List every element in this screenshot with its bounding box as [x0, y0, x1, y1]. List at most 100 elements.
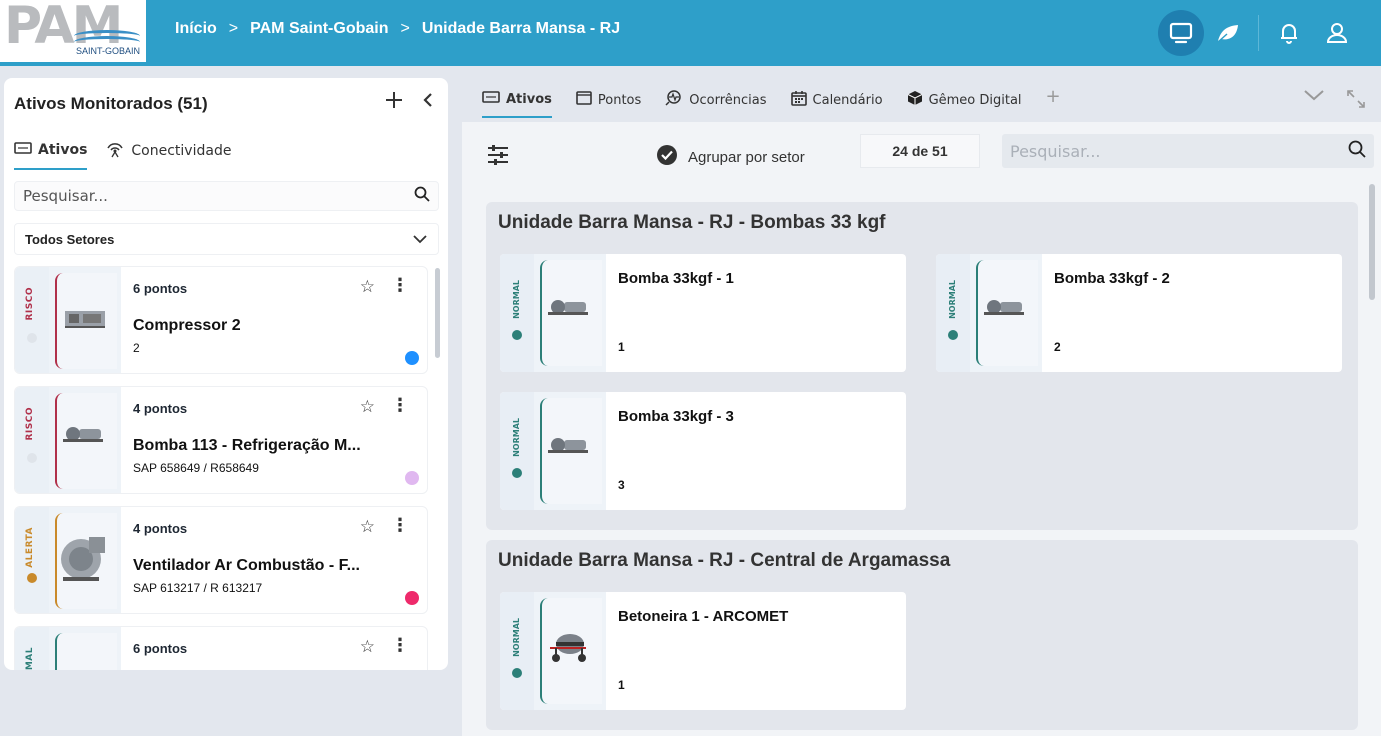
panel-actions: [384, 90, 434, 114]
monitor-icon[interactable]: [1158, 10, 1204, 56]
panel-title: Ativos Monitorados (51): [14, 94, 208, 113]
star-icon[interactable]: ☆: [360, 397, 375, 417]
tab-conectividade[interactable]: Conectividade: [105, 140, 231, 170]
status-strip: NORMAL: [500, 592, 534, 710]
asset-card[interactable]: NORMAL Bomba 33kgf - 2 2: [936, 254, 1342, 372]
color-dot: [405, 471, 419, 485]
star-icon[interactable]: ☆: [360, 637, 375, 657]
more-icon[interactable]: ⋮: [391, 275, 409, 296]
status-strip: RISCO: [15, 267, 49, 373]
asset-thumbnail: [49, 267, 121, 373]
leaf-icon[interactable]: [1204, 10, 1252, 56]
group-by-sector-toggle[interactable]: Agrupar por setor: [656, 144, 805, 170]
tab-label: Gêmeo Digital: [928, 92, 1022, 108]
breadcrumb-item-inicio[interactable]: Início: [175, 20, 217, 38]
tab-ocorrencias[interactable]: Ocorrências: [665, 90, 767, 118]
breadcrumb-item-pam[interactable]: PAM Saint-Gobain: [250, 20, 388, 38]
scrollbar[interactable]: [435, 268, 440, 358]
asset-code: 3: [618, 478, 625, 492]
pump-icon: [982, 296, 1028, 322]
tab-label: Ativos: [506, 91, 552, 107]
add-icon[interactable]: [384, 90, 404, 114]
chevron-down-icon[interactable]: [1303, 88, 1325, 114]
collapse-icon[interactable]: [422, 91, 434, 113]
asset-code: 2: [133, 341, 140, 355]
bell-icon[interactable]: [1265, 10, 1313, 56]
asset-list: RISCO 6 pontos ☆ ⋮ Compressor 2 2 RISCO: [14, 266, 428, 670]
search-input[interactable]: [23, 187, 414, 205]
asset-search-main: [1002, 134, 1374, 168]
asset-card[interactable]: RISCO 4 pontos ☆ ⋮ Bomba 113 - Refrigera…: [14, 386, 428, 494]
more-icon[interactable]: ⋮: [391, 395, 409, 416]
antenna-icon: [105, 140, 125, 162]
expand-icon[interactable]: [1345, 88, 1367, 114]
logo-subtitle: SAINT-GOBAIN: [76, 46, 141, 56]
equipment-icon: [14, 142, 32, 158]
search-wave-icon: [665, 90, 683, 110]
breadcrumb: Início > PAM Saint-Gobain > Unidade Barr…: [175, 20, 620, 38]
search-icon[interactable]: [1348, 140, 1366, 162]
asset-thumbnail: [49, 627, 121, 670]
star-icon[interactable]: ☆: [360, 517, 375, 537]
fan-icon: [59, 529, 109, 593]
toggle-label: Agrupar por setor: [688, 148, 805, 166]
points-count: 6 pontos: [133, 641, 188, 656]
calendar-icon: [790, 90, 807, 110]
pam-logo[interactable]: PAM SAINT-GOBAIN: [0, 0, 146, 62]
asset-card[interactable]: NORMAL Betoneira 1 - ARCOMET 1: [500, 592, 906, 710]
asset-thumbnail: [534, 254, 606, 372]
points-count: 4 pontos: [133, 521, 188, 536]
asset-card[interactable]: NORMAL Bomba 33kgf - 3 3: [500, 392, 906, 510]
top-bar: PAM SAINT-GOBAIN Início > PAM Saint-Goba…: [0, 0, 1381, 66]
pump-icon: [546, 434, 592, 460]
tab-ativos[interactable]: Ativos: [482, 90, 552, 118]
status-strip: NORMAL: [936, 254, 970, 372]
status-label: NORMAL: [948, 280, 957, 319]
asset-code: 1: [618, 340, 625, 354]
status-strip: NORMAL: [500, 392, 534, 510]
tab-pontos[interactable]: Pontos: [576, 90, 641, 118]
status-label: RISCO: [25, 287, 35, 321]
asset-thumbnail: [534, 592, 606, 710]
more-icon[interactable]: ⋮: [391, 515, 409, 536]
user-icon[interactable]: [1313, 10, 1361, 56]
star-icon[interactable]: ☆: [360, 277, 375, 297]
scrollbar[interactable]: [1369, 184, 1375, 300]
mixer-icon: [546, 630, 592, 668]
status-dot: [27, 333, 37, 343]
tab-calendario[interactable]: Calendário: [790, 90, 883, 118]
add-tab-icon[interactable]: +: [1046, 86, 1061, 118]
compressor-icon: [61, 307, 111, 335]
color-dot: [405, 591, 419, 605]
asset-card[interactable]: RISCO 6 pontos ☆ ⋮ Compressor 2 2: [14, 266, 428, 374]
status-label: NORMAL: [512, 418, 521, 457]
top-icons: [1158, 10, 1361, 56]
search-icon[interactable]: [414, 186, 430, 206]
tab-ativos[interactable]: Ativos: [14, 140, 88, 170]
asset-thumbnail: [49, 507, 121, 613]
square-icon: [576, 91, 592, 109]
tab-label: Pontos: [597, 92, 642, 108]
tab-label: Conectividade: [131, 143, 232, 159]
asset-code: 1: [618, 678, 625, 692]
filter-icon[interactable]: [486, 144, 510, 170]
status-label: ALERTA: [25, 527, 35, 568]
more-icon[interactable]: ⋮: [391, 635, 409, 656]
divider: [1258, 15, 1259, 51]
points-count: 4 pontos: [133, 401, 188, 416]
asset-card[interactable]: ALERTA 4 pontos ☆ ⋮ Ventilador Ar Combus…: [14, 506, 428, 614]
status-label: NORMAL: [512, 280, 521, 319]
asset-thumbnail: [970, 254, 1042, 372]
search-input[interactable]: [1010, 141, 1348, 161]
asset-card[interactable]: NORMAL 6 pontos ☆ ⋮: [14, 626, 428, 670]
left-tabs: Ativos Conectividade: [14, 140, 231, 170]
sector-select[interactable]: Todos Setores: [14, 223, 439, 255]
tab-gemeo-digital[interactable]: Gêmeo Digital: [907, 90, 1022, 118]
asset-card[interactable]: NORMAL Bomba 33kgf - 1 1: [500, 254, 906, 372]
result-count: 24 de 51: [860, 134, 980, 168]
breadcrumb-item-unit[interactable]: Unidade Barra Mansa - RJ: [422, 20, 620, 38]
group-title: Unidade Barra Mansa - RJ - Central de Ar…: [498, 550, 951, 571]
asset-code: 2: [1054, 340, 1061, 354]
pump-icon: [61, 423, 107, 449]
status-strip: ALERTA: [15, 507, 49, 613]
